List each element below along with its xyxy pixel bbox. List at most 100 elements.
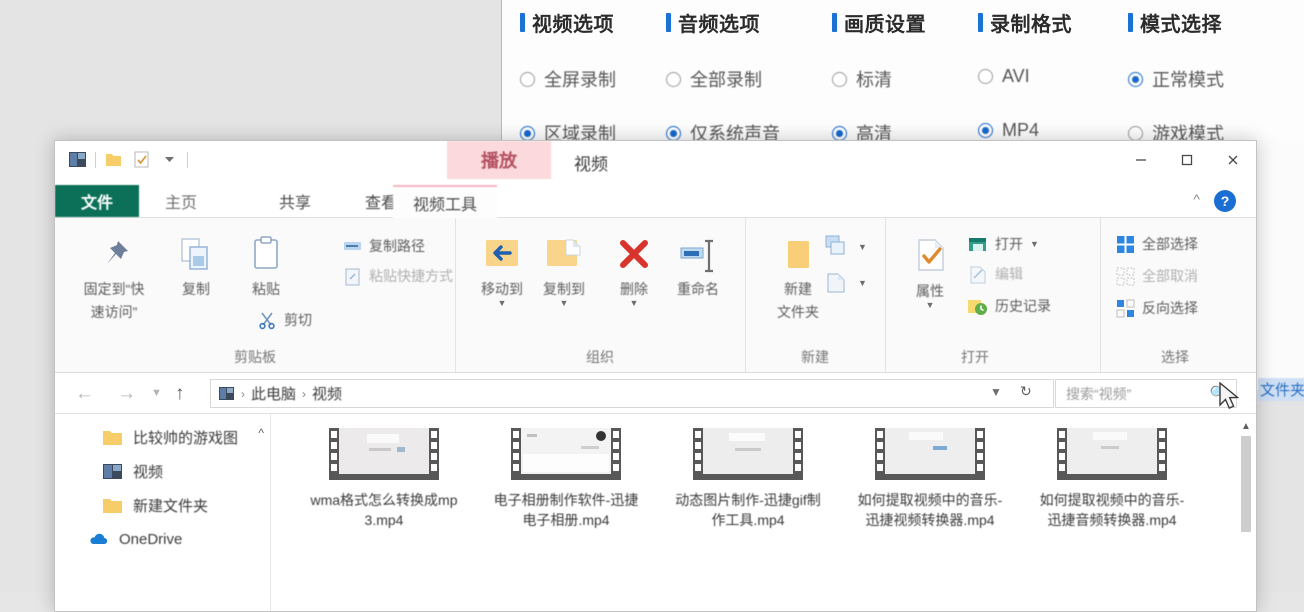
scroll-up-arrow-icon[interactable]: ▲ [1239, 418, 1253, 434]
easy-access-caret-icon[interactable]: ▼ [858, 278, 867, 288]
breadcrumb-videos[interactable]: 视频 [312, 383, 342, 404]
recorder-radio-mp4[interactable]: MP4 [978, 120, 1039, 141]
tab-file[interactable]: 文件 [55, 185, 139, 217]
properties-caret-icon[interactable]: ▼ [926, 300, 935, 310]
recorder-radio-record-all[interactable]: 全部录制 [666, 66, 762, 92]
pin-to-quick-access-button[interactable]: 固定到“快 速访问” [77, 234, 151, 321]
new-item-caret-icon[interactable]: ▼ [858, 242, 867, 252]
breadcrumb-this-pc[interactable]: 此电脑 [251, 383, 296, 404]
heading-text: 画质设置 [844, 14, 926, 36]
copy-icon [181, 238, 208, 270]
sidebar-item-new-folder[interactable]: 新建文件夹 [55, 488, 270, 522]
move-to-caret-icon[interactable]: ▼ [498, 298, 507, 308]
history-button[interactable]: 历史记录 [967, 296, 1051, 316]
select-none-button[interactable]: 全部取消 [1116, 266, 1198, 286]
radio-label: 正常模式 [1152, 70, 1224, 90]
customize-chevron-down-icon[interactable] [159, 149, 180, 170]
recorder-radio-standard[interactable]: 标清 [832, 66, 892, 92]
tab-video-tools[interactable]: 视频工具 [393, 185, 497, 219]
properties-icon[interactable] [131, 149, 152, 170]
recent-locations-chevron-icon[interactable]: ▼ [151, 387, 162, 399]
maximize-button[interactable] [1164, 141, 1210, 179]
delete-button[interactable]: 删除 ▼ [597, 236, 671, 308]
radio-icon[interactable] [520, 71, 535, 87]
video-thumbnail-icon [685, 426, 811, 483]
heading-bar-icon [832, 13, 837, 32]
file-item[interactable]: 如何提取视频中的音乐-迅捷视频转换器.mp4 [839, 422, 1021, 531]
forward-arrow-icon[interactable]: → [117, 383, 136, 405]
recorder-radio-avi[interactable]: AVI [978, 66, 1030, 87]
properties-button[interactable]: 属性 ▼ [893, 236, 967, 310]
recorder-radio-normal-mode[interactable]: 正常模式 [1128, 66, 1224, 92]
file-item[interactable]: 如何提取视频中的音乐-迅捷音频转换器.mp4 [1021, 422, 1203, 531]
help-icon[interactable]: ? [1214, 190, 1236, 212]
group-label-clipboard: 剪贴板 [234, 349, 276, 365]
file-name: wma格式怎么转换成mp3.mp4 [310, 492, 458, 529]
file-list-scrollbar[interactable]: ▲ [1239, 418, 1253, 611]
rename-button[interactable]: 重命名 [661, 236, 735, 299]
copy-to-button[interactable]: 复制到 ▼ [527, 236, 601, 308]
paste-button[interactable]: 粘贴 [229, 234, 303, 299]
file-item[interactable]: wma格式怎么转换成mp3.mp4 [293, 422, 475, 531]
file-item[interactable]: 动态图片制作-迅捷gif制作工具.mp4 [657, 422, 839, 531]
tab-home[interactable]: 主页 [141, 185, 221, 217]
file-list-pane[interactable]: wma格式怎么转换成mp3.mp4 电子相册制作软件-迅捷电子相册.mp4 动态… [271, 414, 1256, 611]
address-dropdown-chevron-icon[interactable]: ▼ [990, 385, 1002, 399]
up-arrow-icon[interactable]: ↑ [175, 383, 185, 405]
radio-icon-selected[interactable] [978, 123, 993, 138]
file-item[interactable]: 电子相册制作软件-迅捷电子相册.mp4 [475, 422, 657, 531]
edit-button[interactable]: 编辑 [967, 264, 1023, 284]
sidebar-item-game-pics[interactable]: 比较帅的游戏图 [55, 420, 270, 454]
folder-icon [103, 430, 122, 445]
select-all-icon [1117, 235, 1134, 253]
radio-icon[interactable] [832, 71, 847, 87]
refresh-icon[interactable]: ↻ [1020, 383, 1032, 400]
select-all-label: 全部选择 [1142, 236, 1198, 252]
heading-text: 视频选项 [532, 14, 614, 36]
search-input[interactable]: 搜索“视频” 🔍 [1055, 379, 1237, 408]
delete-caret-icon[interactable]: ▼ [630, 298, 639, 308]
folder-icon[interactable] [103, 149, 124, 170]
radio-icon-selected[interactable] [832, 125, 847, 141]
radio-icon-selected[interactable] [520, 125, 535, 141]
breadcrumb-separator[interactable]: › [241, 387, 245, 401]
copy-button[interactable]: 复制 [159, 234, 233, 299]
video-thumbnail-icon [321, 426, 447, 483]
radio-icon[interactable] [1128, 125, 1143, 141]
select-all-button[interactable]: 全部选择 [1116, 234, 1198, 254]
copy-path-button[interactable]: 复制路径 [343, 236, 425, 256]
radio-icon-selected[interactable] [666, 125, 681, 141]
tab-share[interactable]: 共享 [255, 185, 335, 217]
invert-selection-button[interactable]: 反向选择 [1116, 298, 1198, 318]
select-none-icon [1116, 267, 1135, 285]
navpane-collapse-chevron-up-icon[interactable]: ^ [258, 426, 264, 440]
explorer-icon[interactable] [67, 149, 88, 170]
breadcrumb-separator-2[interactable]: › [302, 387, 306, 401]
minimize-button[interactable] [1118, 141, 1164, 179]
radio-icon-selected[interactable] [1128, 71, 1143, 87]
cut-button[interactable]: 剪切 [257, 310, 312, 330]
scrollbar-thumb[interactable] [1241, 436, 1251, 532]
new-item-button[interactable]: ▼ [823, 234, 867, 260]
paste-shortcut-label: 粘贴快捷方式 [369, 268, 453, 284]
move-to-icon [486, 240, 518, 266]
close-button[interactable] [1210, 141, 1256, 179]
sidebar-item-onedrive[interactable]: OneDrive [55, 522, 270, 556]
radio-icon[interactable] [978, 69, 993, 84]
address-breadcrumb-field[interactable]: › 此电脑 › 视频 [210, 379, 1054, 408]
radio-icon[interactable] [666, 71, 681, 87]
collapse-ribbon-chevron-up-icon[interactable]: ^ [1193, 191, 1200, 207]
recorder-radio-fullscreen[interactable]: 全屏录制 [520, 66, 616, 92]
copy-to-caret-icon[interactable]: ▼ [560, 298, 569, 308]
back-arrow-icon[interactable]: ← [75, 383, 94, 405]
group-label-select: 选择 [1161, 349, 1189, 365]
sidebar-item-videos[interactable]: 视频 [55, 454, 270, 488]
paste-shortcut-button[interactable]: 粘贴快捷方式 [343, 266, 453, 286]
open-caret-icon[interactable]: ▼ [1030, 239, 1039, 249]
recorder-column-heading: 模式选择 [1128, 8, 1222, 37]
video-thumbnail-icon [503, 426, 629, 483]
open-button[interactable]: 打开 ▼ [967, 234, 1039, 254]
properties-check-icon [918, 239, 944, 271]
easy-access-button[interactable]: ▼ [823, 270, 867, 296]
pin-icon [107, 241, 128, 264]
